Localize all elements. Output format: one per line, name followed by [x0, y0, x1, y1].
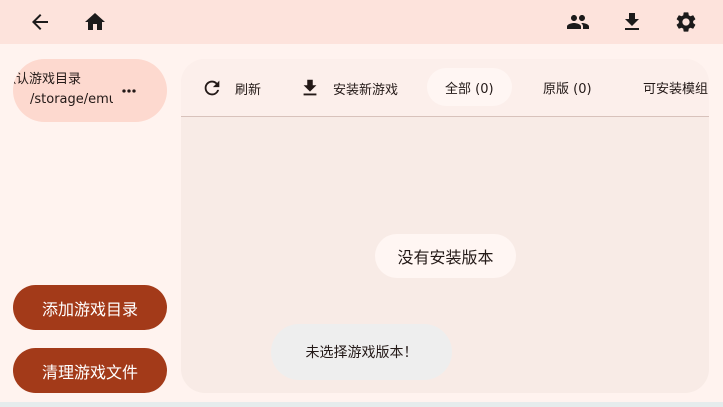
accounts-button[interactable]	[564, 8, 592, 36]
filter-chip-installable-mods[interactable]: 可安装模组	[625, 68, 709, 106]
more-horiz-icon	[122, 89, 136, 93]
home-icon	[85, 13, 105, 30]
empty-state-message: 没有安装版本	[375, 234, 516, 278]
directory-path: /storage/emulated/0	[30, 92, 113, 107]
refresh-button[interactable]: 刷新	[201, 59, 261, 117]
people-icon	[567, 15, 589, 29]
download-icon	[303, 79, 317, 96]
clean-game-files-button[interactable]: 清理游戏文件	[13, 348, 167, 393]
download-icon	[625, 13, 639, 30]
versions-toolbar: 刷新 安装新游戏 全部 (0) 原版 (0) 可安装模组	[181, 59, 709, 117]
bottom-edge	[0, 402, 723, 407]
game-directory-card[interactable]: 默认游戏目录 /storage/emulated/0	[13, 59, 167, 122]
refresh-label: 刷新	[235, 82, 262, 98]
refresh-icon	[204, 80, 220, 96]
directory-info: 默认游戏目录 /storage/emulated/0	[13, 71, 113, 109]
arrow-back-icon	[32, 14, 48, 30]
add-game-directory-button[interactable]: 添加游戏目录	[13, 285, 167, 330]
directory-name: 默认游戏目录	[13, 72, 82, 87]
install-new-game-button[interactable]: 安装新游戏	[299, 59, 398, 117]
settings-button[interactable]	[672, 8, 700, 36]
home-button[interactable]	[81, 8, 109, 36]
filter-chip-vanilla[interactable]: 原版 (0)	[525, 68, 610, 106]
top-app-bar	[0, 0, 723, 44]
gear-icon	[676, 12, 696, 32]
back-button[interactable]	[26, 8, 54, 36]
toast-message: 未选择游戏版本！	[271, 324, 452, 380]
download-button[interactable]	[618, 8, 646, 36]
filter-chip-all[interactable]: 全部 (0)	[427, 68, 512, 106]
directory-more-button[interactable]	[115, 77, 143, 105]
install-new-game-label: 安装新游戏	[333, 82, 399, 98]
